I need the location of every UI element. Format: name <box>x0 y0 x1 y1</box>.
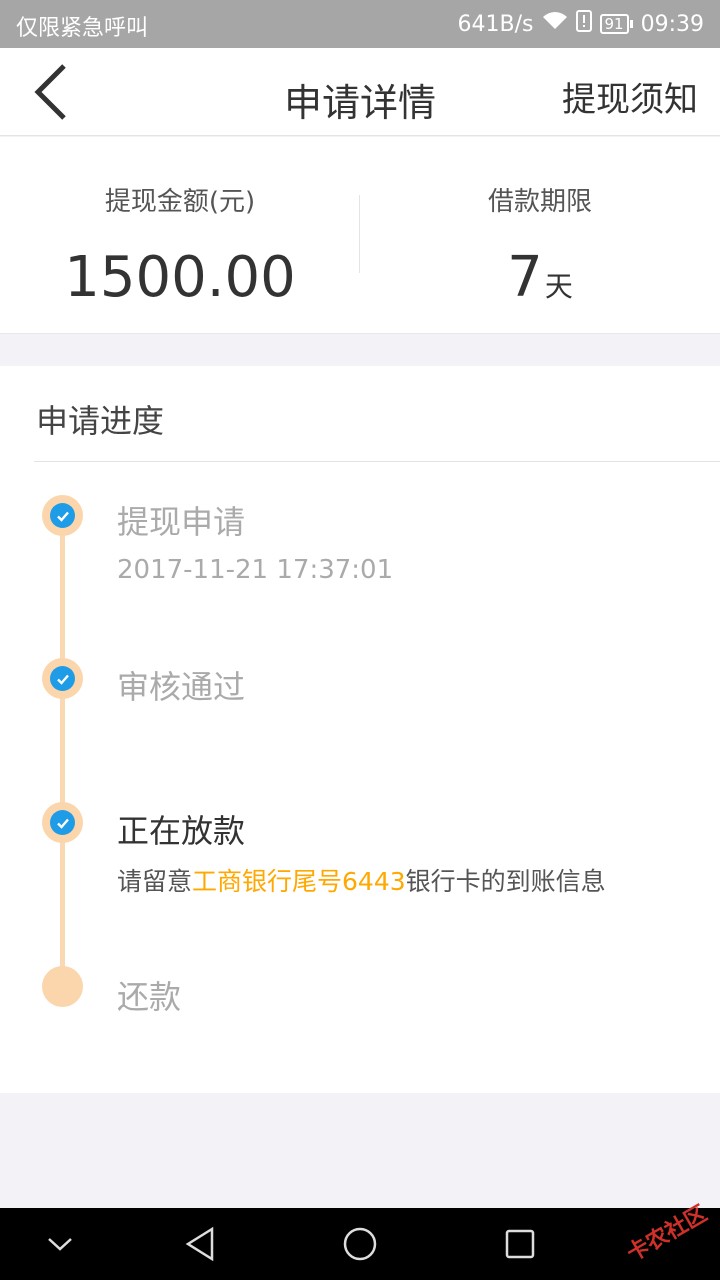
progress-heading: 申请进度 <box>36 402 165 440</box>
chevron-left-icon <box>34 64 66 120</box>
step-note: 请留意工商银行尾号6443银行卡的到账信息 <box>117 862 606 898</box>
step-done-marker <box>42 495 83 536</box>
note-suffix: 银行卡的到账信息 <box>405 867 606 896</box>
step-pending-marker <box>42 966 83 1007</box>
triangle-back-icon <box>185 1226 214 1262</box>
square-recents-icon <box>505 1229 535 1259</box>
step-timestamp: 2017-11-21 17:37:01 <box>117 555 394 585</box>
hide-nav-button[interactable] <box>38 1224 82 1264</box>
progress-section: 申请进度 提现申请 2017-11-21 17:37:01 审核通过 正在放款 … <box>0 366 720 1093</box>
recents-nav-button[interactable] <box>498 1224 542 1264</box>
chevron-down-icon <box>48 1238 72 1251</box>
timeline-line <box>60 514 65 992</box>
status-bar: 仅限紧急呼叫 641B/s 91 09:39 <box>0 0 720 48</box>
circle-home-icon <box>343 1227 377 1261</box>
term-block: 借款期限 7天 <box>360 137 720 334</box>
withdraw-notice-link[interactable]: 提现须知 <box>562 72 698 121</box>
battery-icon: 91 <box>599 14 633 34</box>
system-nav-bar: 卡农社区 <box>0 1201 720 1280</box>
step-title: 正在放款 <box>117 812 246 850</box>
check-icon <box>56 818 69 829</box>
network-speed: 641B/s <box>457 11 534 37</box>
bank-card-highlight: 工商银行尾号6443 <box>192 867 406 896</box>
check-icon <box>56 674 69 685</box>
clock: 09:39 <box>640 11 704 37</box>
step-done-marker <box>42 802 83 843</box>
step-done-marker <box>42 658 83 699</box>
step-title: 审核通过 <box>117 668 246 706</box>
step-title: 提现申请 <box>117 503 246 541</box>
sim-alert-icon <box>575 10 592 38</box>
term-value: 7 <box>507 245 543 310</box>
step-title: 还款 <box>117 978 182 1016</box>
term-label: 借款期限 <box>487 187 592 217</box>
amount-label: 提现金额(元) <box>104 187 256 217</box>
amount-block: 提现金额(元) 1500.00 <box>0 137 360 334</box>
battery-level: 91 <box>599 14 629 34</box>
check-icon <box>56 511 69 522</box>
nav-bar: 申请详情 提现须知 <box>0 48 720 136</box>
watermark-logo: 卡农社区 <box>622 1201 712 1267</box>
note-prefix: 请留意 <box>117 867 193 896</box>
home-nav-button[interactable] <box>338 1224 382 1264</box>
back-button[interactable] <box>30 62 80 122</box>
divider <box>34 461 720 462</box>
term-unit: 天 <box>544 270 573 303</box>
back-nav-button[interactable] <box>178 1224 222 1264</box>
carrier-text: 仅限紧急呼叫 <box>16 16 149 41</box>
term-value-wrap: 7天 <box>360 245 720 310</box>
wifi-icon <box>542 11 568 37</box>
amount-value: 1500.00 <box>64 245 296 310</box>
status-right: 641B/s 91 09:39 <box>458 10 704 38</box>
summary-card: 提现金额(元) 1500.00 借款期限 7天 <box>0 137 720 334</box>
